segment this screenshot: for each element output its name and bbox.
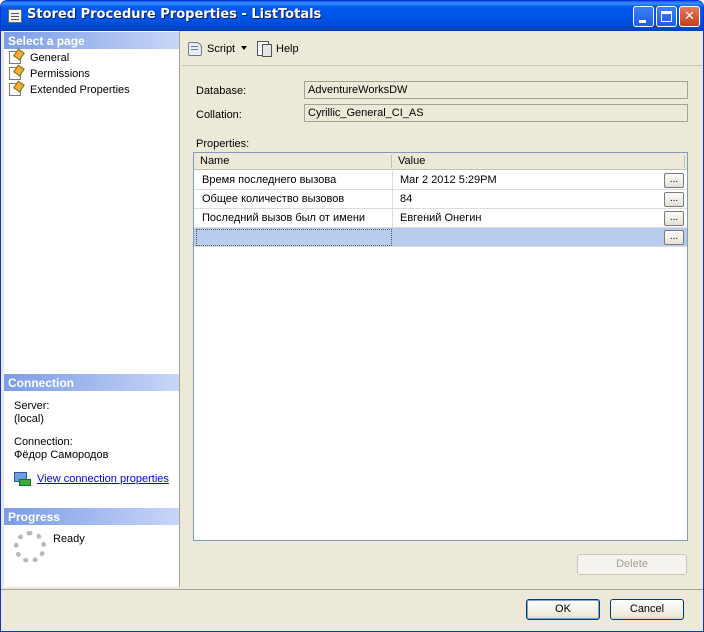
grid-header: Name Value bbox=[194, 153, 687, 170]
left-pane: Select a page General Permissions Extend… bbox=[4, 31, 180, 587]
column-divider[interactable] bbox=[684, 155, 685, 168]
server-label: Server: bbox=[14, 400, 50, 412]
property-value-cell[interactable]: 84 bbox=[400, 193, 412, 205]
dropdown-arrow-icon[interactable] bbox=[241, 46, 248, 50]
help-icon bbox=[256, 40, 272, 57]
column-divider bbox=[392, 190, 393, 209]
edit-value-button[interactable]: ... bbox=[664, 192, 684, 207]
property-name-cell[interactable]: Последний вызов был от имени bbox=[202, 212, 365, 224]
property-name-cell[interactable]: Общее количество вызовов bbox=[202, 193, 344, 205]
column-divider[interactable] bbox=[391, 155, 392, 168]
connection-label: Connection: bbox=[14, 436, 73, 448]
window-title: Stored Procedure Properties - ListTotals bbox=[27, 7, 322, 22]
properties-dialog: Stored Procedure Properties - ListTotals… bbox=[0, 0, 704, 632]
script-icon bbox=[187, 40, 203, 56]
properties-page-icon bbox=[9, 66, 23, 80]
edit-value-button[interactable]: ... bbox=[664, 230, 684, 245]
column-header-name[interactable]: Name bbox=[200, 155, 229, 167]
database-label: Database: bbox=[196, 85, 247, 97]
delete-button[interactable]: Delete bbox=[577, 554, 687, 575]
connection-value: Фёдор Самородов bbox=[14, 449, 109, 461]
properties-page-icon bbox=[9, 82, 23, 96]
toolbar-divider bbox=[182, 65, 702, 66]
cancel-button[interactable]: Cancel bbox=[610, 599, 684, 620]
maximize-button[interactable] bbox=[656, 6, 677, 27]
ok-button[interactable]: OK bbox=[526, 599, 600, 620]
help-button[interactable]: Help bbox=[256, 40, 299, 57]
edit-value-button[interactable]: ... bbox=[664, 211, 684, 226]
progress-status: Ready bbox=[53, 533, 85, 545]
select-page-header: Select a page bbox=[4, 32, 179, 49]
view-connection-properties-link[interactable]: View connection properties bbox=[14, 471, 169, 486]
column-divider bbox=[392, 209, 393, 228]
connection-properties-icon bbox=[14, 471, 31, 486]
bottom-divider bbox=[1, 589, 703, 590]
page-item-label: General bbox=[30, 52, 70, 64]
collation-field: Cyrillic_General_CI_AS bbox=[304, 104, 688, 122]
new-property-row[interactable]: ... bbox=[194, 228, 687, 247]
progress-spinner-icon bbox=[14, 531, 46, 563]
database-field: AdventureWorksDW bbox=[304, 81, 688, 99]
progress-header: Progress bbox=[4, 508, 179, 525]
help-label: Help bbox=[276, 43, 299, 55]
page-item-permissions[interactable]: Permissions bbox=[9, 66, 90, 82]
page-item-label: Permissions bbox=[30, 68, 90, 80]
connection-header: Connection bbox=[4, 374, 179, 391]
toolbar: Script Help bbox=[182, 35, 702, 61]
close-button[interactable]: ✕ bbox=[679, 6, 700, 27]
property-value-cell[interactable]: Евгений Онегин bbox=[400, 212, 481, 224]
edit-value-button[interactable]: ... bbox=[664, 173, 684, 188]
title-bar[interactable]: Stored Procedure Properties - ListTotals… bbox=[1, 1, 703, 31]
new-property-name-cell[interactable] bbox=[196, 229, 392, 246]
page-item-extended-properties[interactable]: Extended Properties bbox=[9, 82, 130, 98]
table-row[interactable]: Общее количество вызовов 84 ... bbox=[194, 190, 687, 209]
properties-page-icon bbox=[9, 50, 23, 64]
property-name-cell[interactable]: Время последнего вызова bbox=[202, 174, 336, 186]
script-label: Script bbox=[207, 43, 236, 55]
script-button[interactable]: Script bbox=[187, 40, 248, 56]
dialog-icon bbox=[8, 9, 22, 23]
table-row[interactable]: Последний вызов был от имени Евгений Оне… bbox=[194, 209, 687, 228]
close-icon: ✕ bbox=[684, 9, 695, 24]
column-header-value[interactable]: Value bbox=[398, 155, 425, 167]
page-item-label: Extended Properties bbox=[30, 84, 130, 96]
server-value: (local) bbox=[14, 413, 44, 425]
properties-label: Properties: bbox=[196, 138, 250, 150]
collation-label: Collation: bbox=[196, 109, 242, 121]
minimize-button[interactable] bbox=[633, 6, 654, 27]
extended-properties-grid[interactable]: Name Value Время последнего вызова Mar 2… bbox=[193, 152, 688, 541]
table-row[interactable]: Время последнего вызова Mar 2 2012 5:29P… bbox=[194, 171, 687, 190]
property-value-cell[interactable]: Mar 2 2012 5:29PM bbox=[400, 174, 497, 186]
column-divider bbox=[392, 171, 393, 190]
view-connection-properties-label: View connection properties bbox=[37, 473, 169, 485]
